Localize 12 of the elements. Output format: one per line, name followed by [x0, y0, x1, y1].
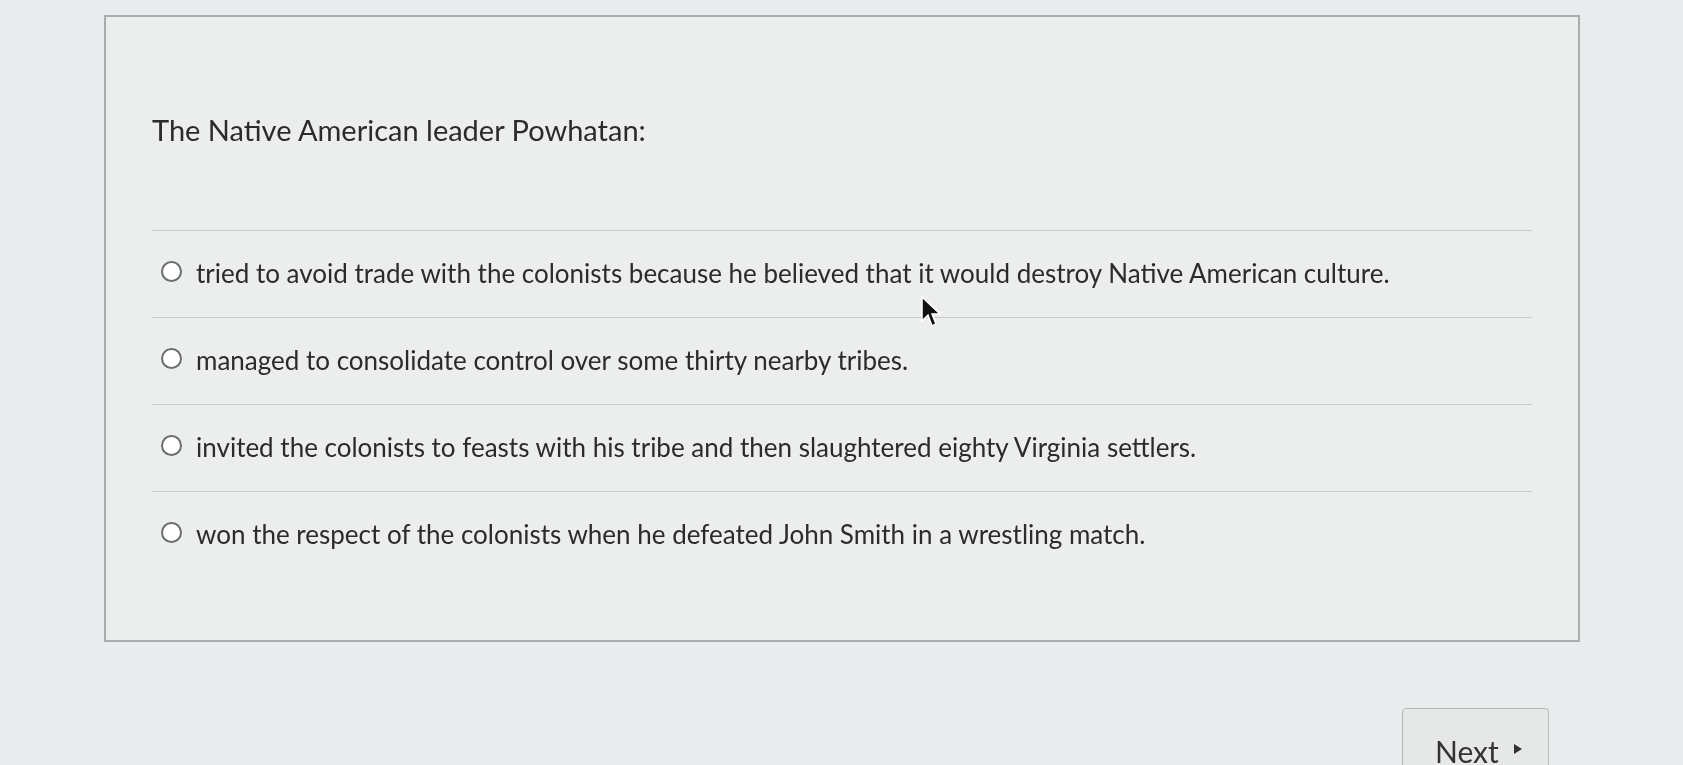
question-text: The Native American leader Powhatan:	[152, 111, 646, 149]
next-button[interactable]: Next	[1402, 708, 1549, 765]
option-text: won the respect of the colonists when he defeated John Smith in a wrestling match.	[196, 517, 1146, 552]
radio-button[interactable]	[161, 435, 182, 456]
cursor-icon	[920, 295, 942, 329]
option-text: tried to avoid trade with the colonists because he believed that it would destroy Native American culture.	[196, 256, 1390, 291]
radio-button[interactable]	[161, 348, 182, 369]
option-text: invited the colonists to feasts with his tribe and then slaughtered eighty Virginia settlers.	[196, 430, 1197, 465]
option-text: managed to consolidate control over some thirty nearby tribes.	[196, 343, 909, 378]
radio-button[interactable]	[161, 522, 182, 543]
radio-button[interactable]	[161, 261, 182, 282]
caret-icon	[1512, 743, 1523, 755]
